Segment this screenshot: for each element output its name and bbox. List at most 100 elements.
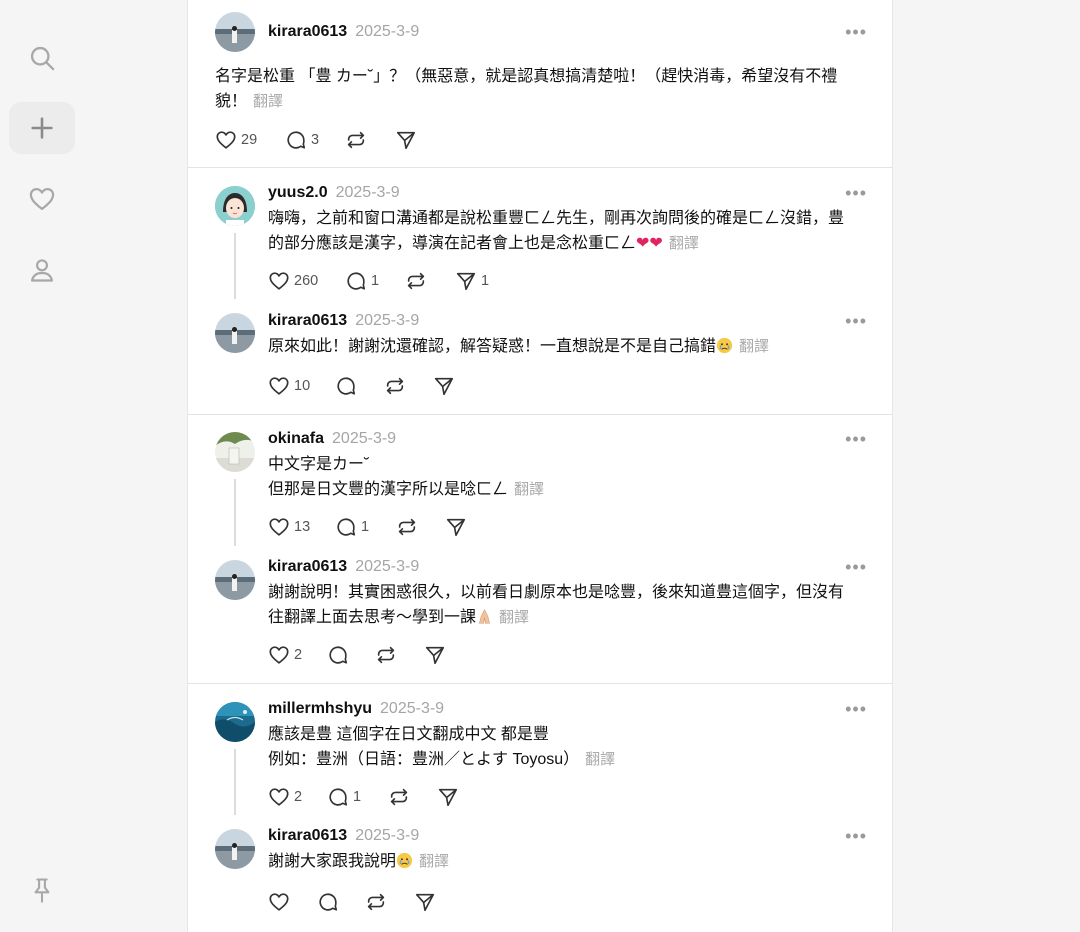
post-actions: [268, 889, 436, 915]
share-button[interactable]: [433, 375, 455, 397]
more-options-icon[interactable]: •••: [845, 312, 867, 330]
more-options-icon[interactable]: •••: [845, 827, 867, 845]
like-button[interactable]: 29: [215, 129, 285, 151]
avatar[interactable]: [215, 702, 255, 742]
username[interactable]: yuus2.0: [268, 184, 328, 202]
reply-button[interactable]: 1: [345, 270, 405, 292]
like-count: 260: [294, 273, 319, 289]
like-button[interactable]: 10: [268, 375, 335, 397]
repost-button[interactable]: [384, 375, 433, 397]
post-date[interactable]: 2025-3-9: [355, 312, 419, 330]
post-actions: 2: [268, 642, 446, 668]
like-button[interactable]: 2: [268, 786, 327, 808]
repost-icon: [377, 646, 395, 664]
more-options-icon[interactable]: •••: [845, 23, 867, 41]
more-options-icon[interactable]: •••: [845, 184, 867, 202]
reply-button[interactable]: 3: [285, 129, 345, 151]
send-icon: [438, 788, 458, 807]
comment-icon: [287, 131, 306, 149]
share-button[interactable]: 1: [455, 270, 489, 292]
post-date[interactable]: 2025-3-9: [380, 700, 444, 718]
like-count: 13: [294, 519, 311, 535]
translate-link[interactable]: 翻譯: [499, 609, 529, 626]
reply-button[interactable]: 1: [327, 786, 388, 808]
like-count: 2: [294, 789, 303, 805]
like-button[interactable]: 260: [268, 270, 345, 292]
post-date[interactable]: 2025-3-9: [355, 827, 419, 845]
share-button[interactable]: [395, 129, 417, 151]
share-button[interactable]: [445, 516, 467, 538]
repost-icon: [398, 518, 416, 536]
username[interactable]: kirara0613: [268, 827, 347, 845]
post-actions: 2 1: [268, 784, 459, 810]
username[interactable]: kirara0613: [268, 23, 347, 41]
send-icon: [446, 518, 466, 537]
username[interactable]: okinafa: [268, 430, 324, 448]
like-button[interactable]: [268, 891, 317, 913]
reply-button[interactable]: 1: [335, 516, 396, 538]
post-date[interactable]: 2025-3-9: [336, 184, 400, 202]
share-count: 1: [481, 273, 490, 289]
reply-button[interactable]: [317, 891, 365, 913]
repost-icon: [390, 788, 408, 806]
reply-button[interactable]: [327, 644, 375, 666]
username[interactable]: kirara0613: [268, 312, 347, 330]
more-options-icon[interactable]: •••: [845, 700, 867, 718]
more-options-icon[interactable]: •••: [845, 430, 867, 448]
pinned-button[interactable]: [9, 864, 75, 916]
post-text: 應該是豊 這個字在日文翻成中文 都是豐 例如：豊洲（日語：豊洲／とよす Toyo…: [268, 726, 616, 768]
more-options-icon[interactable]: •••: [845, 558, 867, 576]
repost-button[interactable]: [345, 129, 395, 151]
thread-line: [234, 479, 236, 546]
translate-link[interactable]: 翻譯: [669, 235, 699, 252]
post-date[interactable]: 2025-3-9: [355, 23, 419, 41]
avatar[interactable]: [215, 560, 255, 600]
repost-icon: [407, 272, 425, 290]
post-text: 嗨嗨，之前和窗口溝通都是說松重豐ㄈㄥ先生，剛再次詢問後的確是ㄈㄥ沒錯，豊 的部分…: [268, 210, 845, 252]
send-icon: [415, 893, 435, 912]
activity-button[interactable]: [9, 173, 75, 225]
avatar[interactable]: [215, 186, 255, 226]
comment-icon: [319, 893, 338, 911]
post-date[interactable]: 2025-3-9: [355, 558, 419, 576]
reply-count: 3: [311, 132, 320, 148]
share-button[interactable]: [437, 786, 459, 808]
repost-button[interactable]: [405, 270, 455, 292]
post-date[interactable]: 2025-3-9: [332, 430, 396, 448]
username[interactable]: millermhshyu: [268, 700, 372, 718]
share-button[interactable]: [424, 644, 446, 666]
profile-button[interactable]: [9, 244, 75, 296]
reply-count: 1: [371, 273, 380, 289]
avatar[interactable]: [215, 829, 255, 869]
thread-line: [234, 749, 236, 815]
avatar[interactable]: [215, 313, 255, 353]
repost-button[interactable]: [388, 786, 437, 808]
divider: [188, 683, 892, 684]
send-icon: [434, 377, 454, 396]
avatar[interactable]: [215, 432, 255, 472]
translate-link[interactable]: 翻譯: [739, 338, 769, 355]
create-post-button[interactable]: [9, 102, 75, 154]
repost-button[interactable]: [375, 644, 424, 666]
post-text: 謝謝大家跟我說明 翻譯: [268, 852, 450, 870]
post-actions: 29 3: [215, 127, 417, 153]
heart-icon: [216, 131, 236, 149]
translate-link[interactable]: 翻譯: [585, 751, 615, 768]
post-text: 原來如此！謝謝沈還確認，解答疑惑！一直想說是不是自己搞錯 翻譯: [268, 337, 770, 355]
share-button[interactable]: [414, 891, 436, 913]
like-button[interactable]: 2: [268, 644, 327, 666]
comment-icon: [347, 272, 366, 290]
search-icon: [30, 46, 55, 71]
post-actions: 13 1: [268, 514, 467, 540]
profile-icon: [30, 259, 54, 282]
repost-button[interactable]: [396, 516, 445, 538]
username[interactable]: kirara0613: [268, 558, 347, 576]
translate-link[interactable]: 翻譯: [514, 481, 544, 498]
repost-button[interactable]: [365, 891, 414, 913]
like-button[interactable]: 13: [268, 516, 335, 538]
translate-link[interactable]: 翻譯: [419, 853, 449, 870]
reply-button[interactable]: [335, 375, 384, 397]
search-button[interactable]: [9, 32, 75, 84]
avatar[interactable]: [215, 12, 255, 52]
translate-link[interactable]: 翻譯: [253, 93, 283, 110]
